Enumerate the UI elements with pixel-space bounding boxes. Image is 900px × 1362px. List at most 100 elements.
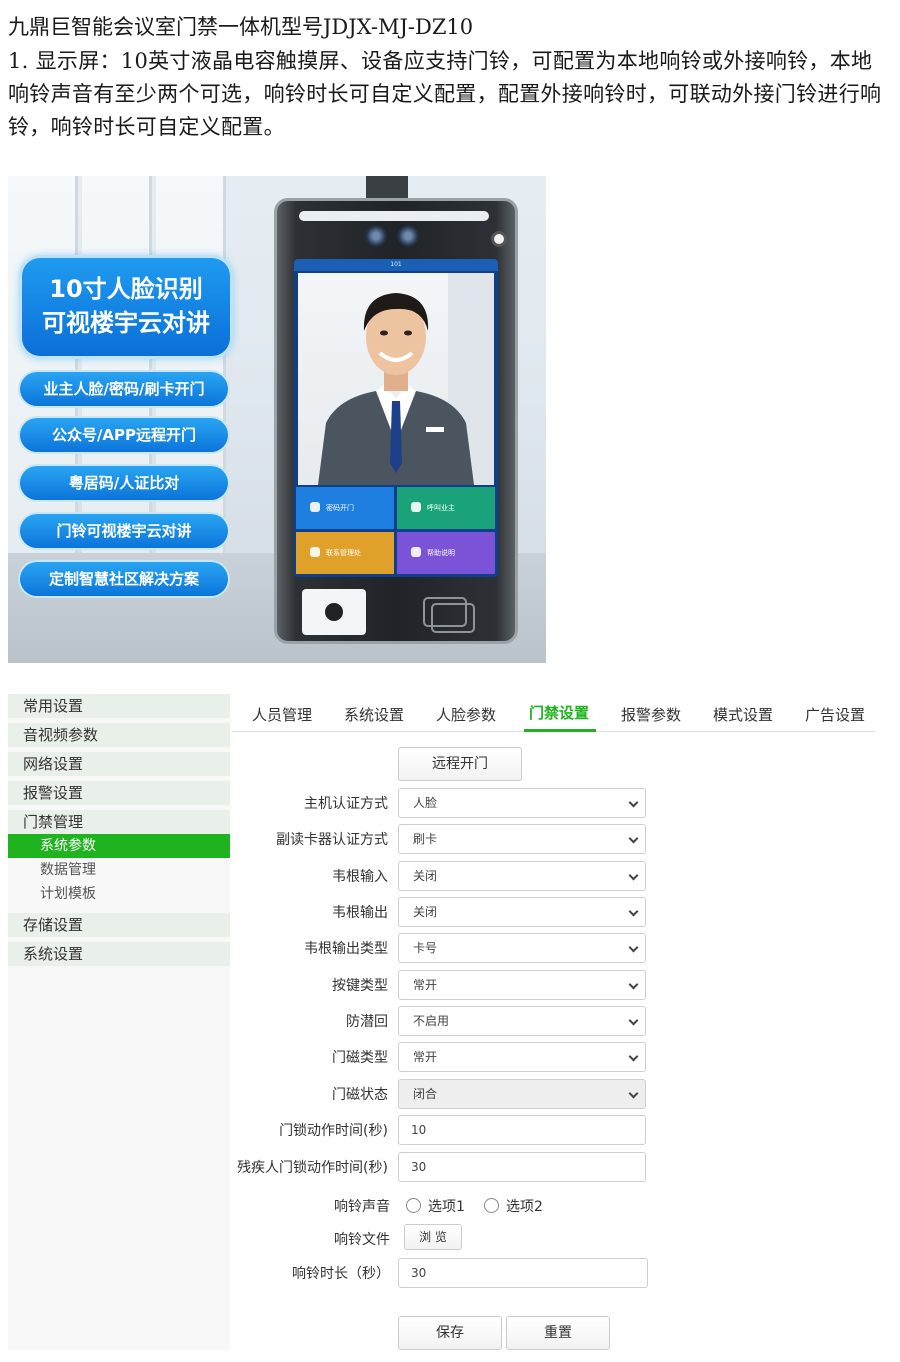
camera-icon	[397, 225, 419, 247]
feature-badge: 公众号/APP远程开门	[20, 418, 228, 452]
field-label: 响铃文件	[334, 1232, 390, 1248]
chevron-down-icon	[628, 979, 639, 990]
field-label: 韦根输入	[332, 869, 388, 885]
person-photo	[298, 273, 494, 485]
ring-option1-radio[interactable]	[406, 1198, 421, 1213]
select-value: 闭合	[413, 1087, 438, 1101]
tab-ads[interactable]: 广告设置	[805, 704, 865, 725]
sidebar-item-av[interactable]: 音视频参数	[8, 723, 230, 747]
sidebar-item-network[interactable]: 网络设置	[8, 752, 230, 776]
product-image: 10寸人脸识别 可视楼宇云对讲 业主人脸/密码/刷卡开门 公众号/APP远程开门…	[8, 176, 546, 663]
select-value: 人脸	[413, 796, 438, 810]
secondary-reader-auth-select[interactable]: 刷卡	[398, 824, 646, 854]
lock-time-input[interactable]: 10	[398, 1115, 646, 1145]
headline-line1: 10寸人脸识别	[49, 275, 203, 303]
field-label: 按键类型	[332, 978, 388, 994]
browse-button[interactable]: 浏 览	[404, 1224, 462, 1250]
select-value: 常开	[413, 978, 438, 992]
field-label: 防潜回	[346, 1014, 388, 1030]
ring-option-label: 选项1	[428, 1199, 465, 1215]
anti-passback-select[interactable]: 不启用	[398, 1006, 646, 1036]
select-value: 卡号	[413, 941, 438, 955]
chevron-down-icon	[628, 942, 639, 953]
feature-badge: 业主人脸/密码/刷卡开门	[20, 372, 228, 406]
headline-line2: 可视楼宇云对讲	[42, 309, 210, 337]
chevron-down-icon	[628, 1088, 639, 1099]
tab-access[interactable]: 门禁设置	[529, 702, 589, 723]
field-label: 残疾人门锁动作时间(秒)	[237, 1160, 388, 1176]
feature-badge: 门铃可视楼宇云对讲	[20, 514, 228, 548]
sidebar-subitem-data[interactable]: 数据管理	[8, 858, 230, 882]
camera-icon	[365, 225, 387, 247]
reset-button[interactable]: 重置	[506, 1316, 610, 1350]
sidebar-subitem-schedule[interactable]: 计划模板	[8, 882, 230, 906]
disabled-lock-time-input[interactable]: 30	[398, 1152, 646, 1182]
chevron-down-icon	[628, 797, 639, 808]
sensor-icon	[491, 231, 507, 247]
form-area: 远程开门 主机认证方式 人脸 副读卡器认证方式 刷卡 韦根输入 关闭 韦根输出 …	[232, 733, 876, 1354]
tab-personnel[interactable]: 人员管理	[252, 704, 312, 725]
terminal-screen: 101 密码开门 呼叫业主 联系管理处 帮助说明	[294, 259, 498, 577]
field-label: 门磁状态	[332, 1087, 388, 1103]
field-label: 响铃时长（秒）	[292, 1266, 390, 1282]
tile-contact-management: 联系管理处	[296, 532, 394, 574]
ring-option2-radio[interactable]	[484, 1198, 499, 1213]
feature-badge: 粤居码/人证比对	[20, 466, 228, 500]
door-sensor-status-select: 闭合	[398, 1079, 646, 1109]
select-value: 不启用	[413, 1014, 450, 1028]
save-button[interactable]: 保存	[398, 1316, 502, 1350]
field-label: 韦根输出	[332, 905, 388, 921]
chevron-down-icon	[628, 1051, 639, 1062]
active-tab-indicator	[524, 729, 596, 732]
settings-panel: 常用设置 音视频参数 网络设置 报警设置 门禁管理 系统参数 数据管理 计划模板…	[8, 694, 876, 1354]
tile-help: 帮助说明	[397, 532, 495, 574]
document-title: 九鼎巨智能会议室门禁一体机型号JDJX-MJ-DZ10	[8, 15, 474, 39]
field-label: 响铃声音	[334, 1199, 390, 1215]
button-type-select[interactable]: 常开	[398, 970, 646, 1000]
select-value: 常开	[413, 1050, 438, 1064]
tab-face[interactable]: 人脸参数	[436, 704, 496, 725]
businessman-illustration	[318, 273, 494, 485]
sidebar-subitem-system-params[interactable]: 系统参数	[8, 834, 230, 858]
ring-duration-input[interactable]: 30	[398, 1258, 648, 1288]
sidebar-item-common[interactable]: 常用设置	[8, 694, 230, 718]
headline-badge: 10寸人脸识别 可视楼宇云对讲	[22, 258, 230, 356]
document-paragraph: 1. 显示屏：10英寸液晶电容触摸屏、设备应支持门铃，可配置为本地响铃或外接响铃…	[8, 49, 882, 139]
chevron-down-icon	[628, 833, 639, 844]
screen-status-bar: 101	[294, 259, 498, 271]
wiegand-output-type-select[interactable]: 卡号	[398, 933, 646, 963]
tab-mode[interactable]: 模式设置	[713, 704, 773, 725]
select-value: 关闭	[413, 905, 438, 919]
field-label: 副读卡器认证方式	[276, 832, 388, 848]
sidebar-item-alarm[interactable]: 报警设置	[8, 781, 230, 805]
light-bar	[299, 211, 489, 221]
feature-badge: 定制智慧社区解决方案	[20, 562, 228, 596]
field-label: 韦根输出类型	[304, 941, 388, 957]
sidebar-item-access[interactable]: 门禁管理	[8, 810, 230, 834]
access-terminal: 101 密码开门 呼叫业主 联系管理处 帮助说明	[274, 198, 518, 644]
ring-option-label: 选项2	[506, 1199, 543, 1215]
door-sensor-type-select[interactable]: 常开	[398, 1042, 646, 1072]
chevron-down-icon	[628, 906, 639, 917]
chevron-down-icon	[628, 870, 639, 881]
wiegand-output-select[interactable]: 关闭	[398, 897, 646, 927]
sidebar-item-system[interactable]: 系统设置	[8, 942, 230, 966]
card-reader-icon	[431, 603, 475, 633]
qr-scanner	[302, 589, 366, 635]
remote-open-button[interactable]: 远程开门	[398, 747, 522, 781]
select-value: 关闭	[413, 869, 438, 883]
field-label: 门锁动作时间(秒)	[279, 1123, 388, 1139]
host-auth-select[interactable]: 人脸	[398, 788, 646, 818]
field-label: 主机认证方式	[304, 796, 388, 812]
tab-system[interactable]: 系统设置	[344, 704, 404, 725]
tile-call-owner: 呼叫业主	[397, 487, 495, 529]
select-value: 刷卡	[413, 832, 438, 846]
tab-alarm-params[interactable]: 报警参数	[621, 704, 681, 725]
tile-password-open: 密码开门	[296, 487, 394, 529]
chevron-down-icon	[628, 1015, 639, 1026]
wiegand-input-select[interactable]: 关闭	[398, 861, 646, 891]
field-label: 门磁类型	[332, 1050, 388, 1066]
sidebar: 常用设置 音视频参数 网络设置 报警设置 门禁管理 系统参数 数据管理 计划模板…	[8, 694, 230, 1350]
sidebar-item-storage[interactable]: 存储设置	[8, 913, 230, 937]
tab-bar: 人员管理 系统设置 人脸参数 门禁设置 报警参数 模式设置 广告设置	[232, 694, 876, 732]
